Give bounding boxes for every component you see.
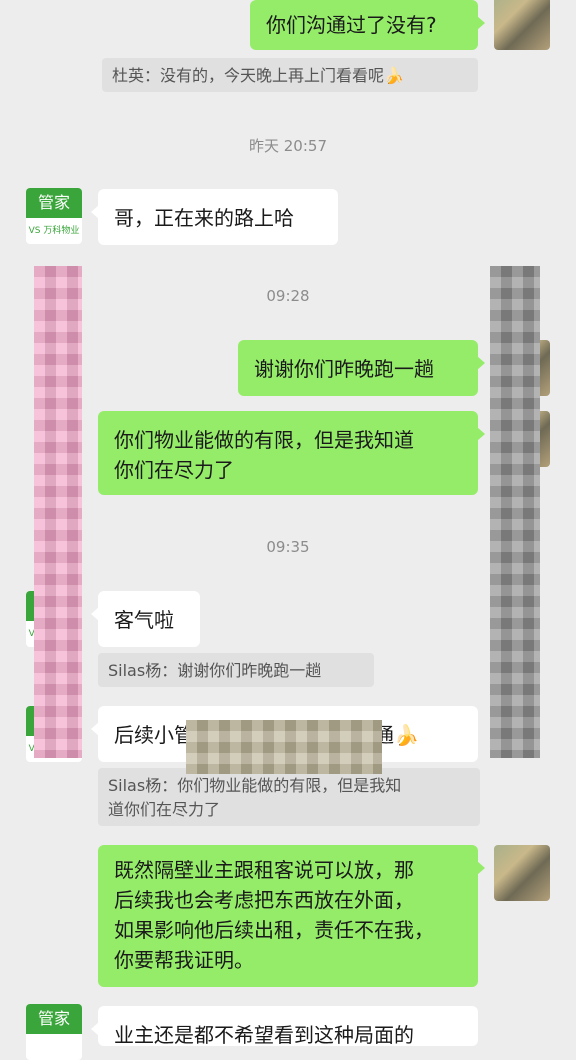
outgoing-message[interactable]: 谢谢你们昨晚跑一趟	[238, 340, 485, 396]
privacy-mosaic-center	[186, 720, 382, 774]
message-line: 你要帮我证明。	[114, 948, 254, 972]
vanke-logo: VS 万科物业	[28, 226, 80, 236]
message-line: 如果影响他后续出租，责任不在我，	[114, 918, 434, 942]
quoted-message[interactable]: Silas杨：你们物业能做的有限，但是我知 道你们在尽力了	[98, 768, 480, 826]
outgoing-message[interactable]: 既然隔壁业主跟租客说可以放，那 后续我也会考虑把东西放在外面， 如果影响他后续出…	[98, 845, 485, 987]
quote-line: Silas杨：你们物业能做的有限，但是我知	[108, 776, 402, 795]
quoted-message[interactable]: Silas杨：谢谢你们昨晚跑一趟	[98, 653, 374, 687]
message-text: 谢谢你们昨晚跑一趟	[254, 357, 434, 381]
message-text: 业主还是都不希望看到这种局面的	[114, 1023, 414, 1047]
incoming-message[interactable]: 业主还是都不希望看到这种局面的	[91, 1006, 478, 1047]
message-line: 后续我也会考虑把东西放在外面，	[114, 888, 414, 912]
quote-text: 杜英：没有的，今天晚上再上门看看呢🍌	[112, 66, 404, 85]
message-text: 你们沟通过了没有?	[266, 13, 437, 37]
manager-avatar[interactable]: 管家	[26, 1004, 82, 1060]
user-avatar[interactable]	[494, 0, 550, 50]
outgoing-message[interactable]: 你们沟通过了没有?	[250, 0, 485, 50]
message-line: 你们在尽力了	[114, 458, 234, 482]
privacy-mosaic-right	[490, 266, 540, 758]
message-line: 你们物业能做的有限，但是我知道	[114, 428, 414, 452]
incoming-message[interactable]: 客气啦	[91, 591, 200, 647]
privacy-mosaic-left	[34, 266, 82, 758]
incoming-message[interactable]: 哥，正在来的路上哈	[91, 189, 338, 245]
manager-avatar[interactable]: 管家 VS 万科物业	[26, 188, 82, 244]
message-text: 哥，正在来的路上哈	[114, 206, 294, 230]
message-line: 既然隔壁业主跟租客说可以放，那	[114, 858, 414, 882]
message-text: 客气啦	[114, 608, 174, 632]
manager-avatar-label: 管家	[26, 1004, 82, 1034]
quote-line: 道你们在尽力了	[108, 800, 221, 819]
timestamp: 昨天 20:57	[249, 137, 327, 155]
outgoing-message[interactable]: 你们物业能做的有限，但是我知道 你们在尽力了	[98, 411, 485, 495]
quote-text: Silas杨：谢谢你们昨晚跑一趟	[108, 661, 322, 680]
manager-avatar-label: 管家	[26, 188, 82, 218]
user-avatar[interactable]	[494, 845, 550, 901]
quoted-message[interactable]: 杜英：没有的，今天晚上再上门看看呢🍌	[102, 58, 478, 92]
